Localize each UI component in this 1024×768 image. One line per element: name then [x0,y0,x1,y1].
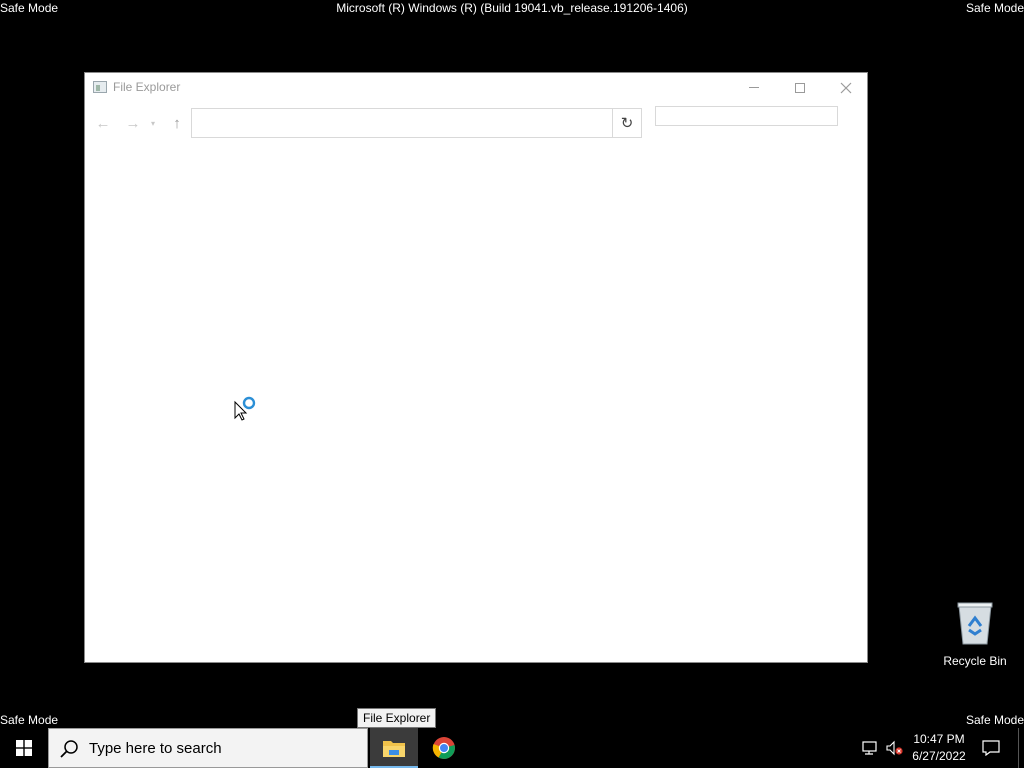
close-icon [840,82,852,93]
volume-muted-icon [886,740,903,756]
refresh-button[interactable]: ↻ [612,108,642,138]
taskbar-clock[interactable]: 10:47 PM 6/27/2022 [906,731,972,765]
taskbar-file-explorer[interactable] [370,728,418,768]
taskbar-search-placeholder: Type here to search [89,740,222,757]
recycle-bin-icon [957,602,993,645]
taskbar-chrome[interactable] [420,728,468,768]
folder-icon [383,741,405,757]
taskbar: Type here to search 10:47 PM 6/27/2022 [0,728,1024,768]
network-tray-button[interactable] [861,738,881,758]
safe-mode-label-bottom-left: Safe Mode [0,713,59,727]
network-icon [862,741,877,755]
taskbar-search-box[interactable]: Type here to search [48,728,368,768]
search-input[interactable] [655,106,838,126]
search-icon [60,740,78,758]
recycle-bin-label: Recycle Bin [943,654,1007,668]
busy-cursor-icon [234,396,256,421]
clock-time: 10:47 PM [913,732,965,746]
maximize-button[interactable] [777,73,823,102]
close-button[interactable] [823,73,869,102]
forward-button[interactable]: → [123,111,143,135]
file-explorer-window[interactable]: File Explorer ← → ▾ ↑ ↻ [84,72,868,663]
recent-locations-button[interactable]: ▾ [147,111,159,135]
windows-logo-icon [16,740,32,756]
up-button[interactable]: ↑ [167,111,187,135]
volume-tray-button[interactable] [885,738,905,758]
maximize-icon [795,82,805,93]
minimize-button[interactable] [731,73,777,102]
build-title: Microsoft (R) Windows (R) (Build 19041.v… [336,1,688,15]
address-bar[interactable] [191,108,642,138]
file-explorer-icon [93,81,107,93]
desktop-icon-recycle-bin[interactable]: Recycle Bin [938,600,1012,672]
show-desktop-button[interactable] [1018,728,1019,768]
window-title: File Explorer [113,80,181,94]
clock-date: 6/27/2022 [912,749,966,763]
minimize-icon [749,87,759,88]
safe-mode-label-bottom-right: Safe Mode [965,713,1024,727]
safe-mode-label-top-right: Safe Mode [965,1,1024,15]
action-center-button[interactable] [980,738,1002,758]
navigation-bar: ← → ▾ ↑ ↻ [85,106,867,139]
notification-icon [982,740,1000,756]
chrome-icon [432,737,455,759]
window-titlebar[interactable]: File Explorer [85,73,867,103]
back-button[interactable]: ← [93,111,113,135]
start-button[interactable] [0,728,48,768]
taskbar-tooltip: File Explorer [357,708,437,728]
